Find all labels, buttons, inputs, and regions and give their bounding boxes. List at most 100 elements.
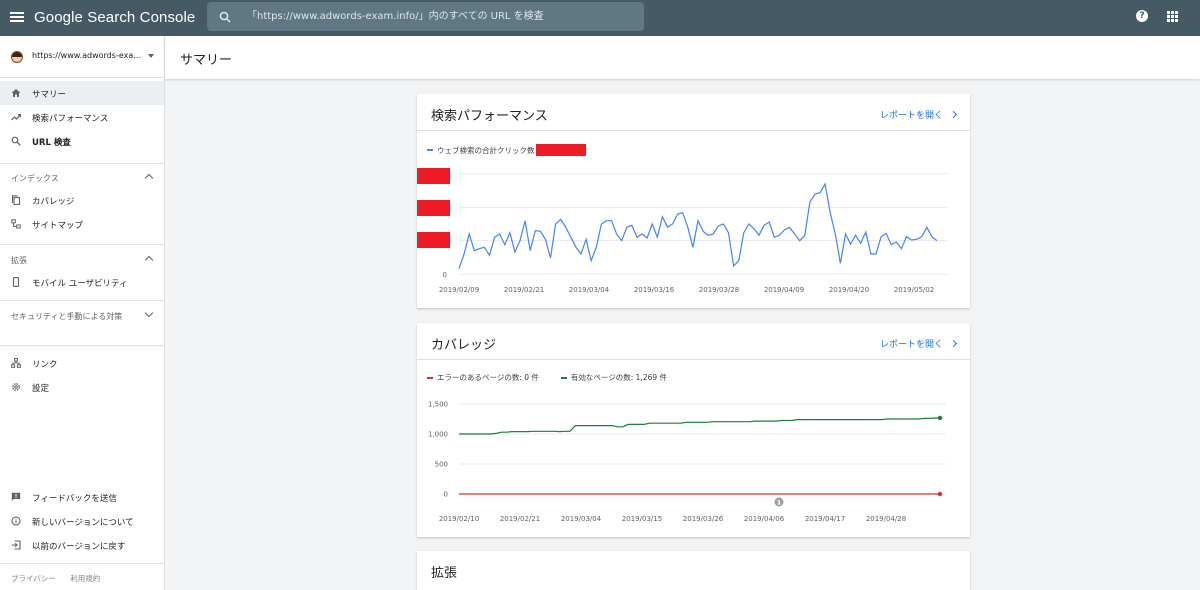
legend-item-errors[interactable]: エラーのあるページの数: 0 件	[427, 372, 539, 383]
info-icon	[11, 516, 21, 526]
legend-label: エラーのあるページの数: 0 件	[437, 373, 539, 382]
x-tick-label: 2019/03/15	[622, 515, 662, 523]
sidebar-item-sitemaps[interactable]: サイトマップ	[0, 212, 164, 236]
sidebar-item-url-inspection[interactable]: URL 検査	[0, 129, 164, 153]
open-report-link[interactable]: レポートを開く	[879, 337, 958, 350]
copy-icon	[11, 195, 21, 205]
app-title[interactable]: Google Search Console	[34, 9, 195, 26]
redaction-mark	[417, 200, 450, 216]
open-report-label: レポートを開く	[879, 111, 943, 121]
coverage-card: カバレッジ レポートを開く エラーのあるページの数: 0 件 有効なページの数:…	[417, 323, 970, 537]
property-url: https://www.adwords-exam.info/	[32, 51, 142, 60]
avatar	[11, 51, 23, 63]
sidebar-item-about-new-version[interactable]: 新しいバージョンについて	[0, 509, 164, 533]
divider	[0, 244, 164, 245]
redaction-mark	[417, 168, 450, 184]
legend-label: 有効なページの数: 1,269 件	[570, 373, 668, 382]
divider	[0, 300, 164, 301]
home-icon	[11, 89, 21, 97]
top-app-bar: Google Search Console ?	[0, 0, 1200, 36]
x-tick-label: 2019/04/20	[829, 286, 869, 294]
sidebar-item-links[interactable]: リンク	[0, 351, 164, 375]
section-index[interactable]: インデックス	[0, 166, 164, 190]
sidebar-item-performance[interactable]: 検索パフォーマンス	[0, 105, 164, 129]
sidebar-item-old-version[interactable]: 以前のバージョンに戻す	[0, 533, 164, 557]
help-icon[interactable]: ?	[1136, 10, 1148, 22]
card-title: 検索パフォーマンス	[431, 109, 548, 124]
smartphone-icon	[12, 277, 20, 287]
performance-card: 検索パフォーマンス レポートを開く ウェブ検索の合計クリック数 0 2019/02…	[417, 94, 970, 308]
search-input[interactable]	[247, 2, 637, 31]
sidebar-item-feedback[interactable]: フィードバックを送信	[0, 485, 164, 509]
section-label: 拡張	[11, 256, 27, 265]
sidebar-footer: プライバシー 利用規約	[11, 573, 112, 584]
terms-link[interactable]: 利用規約	[70, 574, 100, 583]
sidebar-item-label: 以前のバージョンに戻す	[32, 542, 126, 552]
sidebar-item-mobile-usability[interactable]: モバイル ユーザビリティ	[0, 270, 164, 294]
x-tick-label: 2019/05/02	[894, 286, 934, 294]
x-tick-label: 2019/02/21	[504, 286, 544, 294]
series-end-point	[937, 491, 943, 497]
series-line-valid	[459, 417, 941, 435]
card-title: 拡張	[431, 566, 458, 581]
x-tick-label: 2019/04/06	[744, 515, 785, 523]
search-icon	[219, 11, 231, 23]
apps-grid-icon[interactable]	[1167, 11, 1178, 22]
sidebar-item-label: モバイル ユーザビリティ	[32, 279, 128, 289]
sidebar-item-summary[interactable]: サマリー	[0, 81, 164, 105]
url-inspection-search[interactable]	[207, 2, 644, 31]
menu-icon[interactable]	[10, 10, 24, 24]
chevron-up-icon	[144, 255, 154, 265]
series-line-clicks	[458, 182, 938, 269]
property-selector[interactable]: https://www.adwords-exam.info/	[0, 36, 164, 78]
x-tick-label: 2019/04/09	[764, 286, 804, 294]
x-tick-label: 2019/02/21	[500, 515, 540, 523]
section-security[interactable]: セキュリティと手動による対策	[0, 304, 164, 336]
sidebar-item-coverage[interactable]: カバレッジ	[0, 188, 164, 212]
x-tick-label: 2019/03/04	[561, 515, 602, 523]
y-tick-label: 0	[443, 271, 447, 279]
open-report-link[interactable]: レポートを開く	[879, 108, 958, 121]
gear-icon	[12, 383, 20, 391]
section-label: セキュリティと手動による対策	[11, 312, 123, 321]
performance-chart: 0 2019/02/09 2019/02/21 2019/03/04 2019/03/1…	[417, 168, 947, 294]
divider	[0, 163, 164, 164]
section-enhancements[interactable]: 拡張	[0, 248, 164, 272]
sidebar-item-label: カバレッジ	[32, 197, 75, 207]
enhancements-card: 拡張	[417, 551, 970, 590]
y-tick-label: 0	[444, 491, 448, 499]
card-title: カバレッジ	[431, 338, 497, 353]
x-tick-label: 2019/03/28	[699, 286, 739, 294]
divider	[0, 345, 164, 346]
trending-up-icon	[11, 114, 21, 121]
y-tick-label: 1,500	[428, 401, 448, 409]
x-tick-label: 2019/04/17	[805, 515, 845, 523]
y-tick-label: 1,000	[428, 431, 448, 439]
coverage-chart: 0 500 1,000 1,500 1 2019/02/10 2019/02/21 2019/…	[428, 401, 946, 523]
sitemap-icon	[11, 219, 21, 229]
x-tick-label: 2019/02/10	[439, 515, 479, 523]
chevron-right-icon	[949, 110, 958, 119]
series-end-point	[937, 415, 943, 421]
page-title: サマリー	[180, 53, 233, 68]
section-label: インデックス	[11, 174, 59, 183]
divider	[417, 130, 970, 131]
x-tick-label: 2019/04/28	[866, 515, 906, 523]
sidebar-item-label: 検索パフォーマンス	[32, 114, 109, 124]
x-tick-label: 2019/03/04	[569, 286, 610, 294]
x-tick-label: 2019/03/26	[683, 515, 724, 523]
redaction-mark	[417, 232, 450, 248]
annotation-label: 1	[777, 499, 782, 507]
feedback-icon	[11, 492, 21, 501]
chevron-down-icon	[144, 308, 154, 318]
legend-item-valid[interactable]: 有効なページの数: 1,269 件	[560, 372, 668, 383]
open-report-label: レポートを開く	[879, 340, 943, 350]
divider	[0, 563, 164, 564]
privacy-link[interactable]: プライバシー	[11, 574, 56, 583]
page-header: サマリー	[165, 36, 1200, 79]
search-icon	[11, 136, 21, 146]
sidebar-item-settings[interactable]: 設定	[0, 375, 164, 399]
chevron-right-icon	[949, 339, 958, 348]
sidebar-item-label: サマリー	[32, 90, 67, 100]
sidebar-item-label: 新しいバージョンについて	[32, 518, 134, 528]
